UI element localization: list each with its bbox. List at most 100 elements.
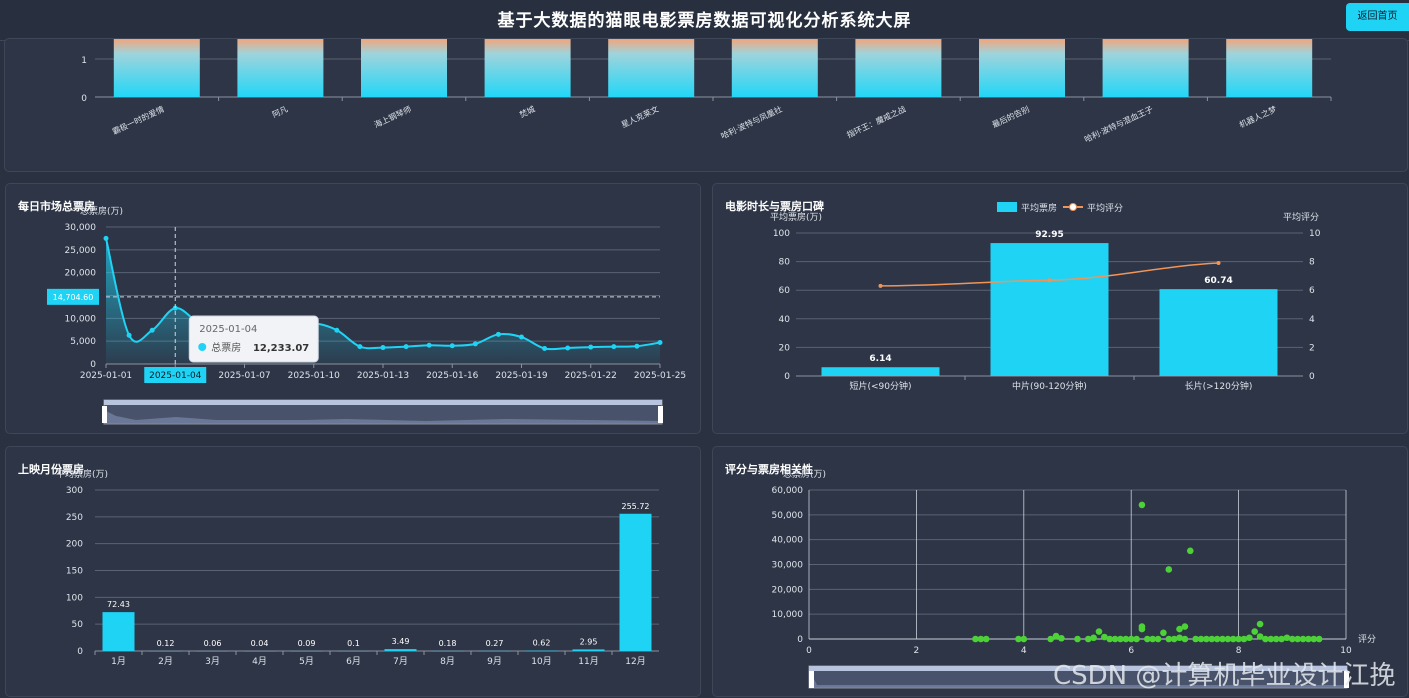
x-tick-label: 2025-01-10 [288,371,341,381]
x-tick-label: 最后的告别 [990,104,1030,130]
bar [1102,39,1189,97]
y2-axis-label: 平均评分 [1283,211,1319,223]
scatter-point [1315,635,1323,643]
x-tick-label: 6月 [346,656,361,667]
scatter-point [1246,634,1253,642]
data-point [426,342,432,348]
y-tick-label: 40,000 [772,536,804,546]
x-tick-label: 12月 [625,656,645,667]
x-tick-label: 2025-01-22 [565,371,617,381]
scatter-point [1251,628,1259,635]
bar-value-label: 0.1 [347,639,360,648]
scatter-point [1095,628,1103,635]
x-tick-label: 4 [1021,646,1027,656]
bar [1226,39,1313,97]
y-tick-label: 0 [77,647,83,657]
data-point [334,327,340,333]
bar [525,650,558,652]
x-tick-label: 9月 [487,656,502,667]
data-point [588,344,594,350]
top-bar: 基于大数据的猫眼电影票房数据可视化分析系统大屏 返回首页 [0,0,1409,41]
legend-swatch-bar [997,202,1017,212]
scatter-point [1186,547,1194,555]
y-tick-label: 60 [779,286,791,296]
y-tick-label: 250 [66,513,83,523]
x-tick-label: 2025-01-16 [426,371,479,381]
y-axis-label: 平均票房(万) [770,211,822,223]
x-tick-label: 霸极一时的爱情 [111,104,166,137]
data-point [103,235,109,241]
y-tick-label: 25,000 [65,246,97,256]
y-tick-label: 200 [66,540,83,550]
top-bar-chart-panel: 0 1 霸极一时的爱情 阿凡 海上钢琴师 焚城 星人克莱文 哈利·波特与凤凰社 指环王：魔戒之战… [4,38,1408,172]
x-tick-label: 2025-01-01 [80,371,132,381]
x-tick-label: 3月 [205,656,220,667]
bar [196,650,229,652]
data-point [657,340,663,346]
bar [290,650,323,652]
bar [431,650,464,652]
bar [979,39,1065,97]
data-point [542,345,548,351]
x-tick-label: 焚城 [518,105,536,120]
crosshair-y-label: 14,704.60 [53,293,94,302]
datazoom-handle-left [809,671,814,688]
legend-marker-line [1069,203,1077,211]
daily-boxoffice-chart[interactable]: 总票房(万)05,00010,00015,00020,00025,00030,0… [6,184,702,435]
data-point [495,331,501,337]
y-tick-label: 40 [779,315,791,325]
x-tick-label: 机器人之梦 [1238,104,1278,130]
bar [337,650,370,652]
watermark: CSDN @计算机毕业设计江挽 [1053,661,1396,691]
x-tick-label: 2025-01-13 [357,371,409,381]
x-tick-label: 哈利·波特与凤凰社 [719,104,784,141]
bar-value-label: 6.14 [869,354,891,364]
x-tick-label: 4月 [252,656,267,667]
x-tick-label: 指环王：魔戒之战 [845,104,907,140]
scatter-point [1020,635,1028,643]
bar-value-label: 0.62 [533,639,551,648]
y-tick-label: 0 [90,360,96,370]
bar [821,367,940,376]
top-bar-chart: 0 1 霸极一时的爱情 阿凡 海上钢琴师 焚城 星人克莱文 哈利·波特与凤凰社 指环王：魔戒之战… [81,39,1332,145]
tooltip-date: 2025-01-04 [199,324,257,335]
data-point [472,341,478,347]
data-point [519,334,524,340]
data-point [565,345,571,351]
data-point [357,344,363,350]
x-tick-label: 7月 [393,656,408,667]
back-home-button[interactable]: 返回首页 [1346,3,1409,31]
monthly-panel: 上映月份票房 平均票房(万) 0 50 100 150 200 250 300 72.43 1月 0… [5,446,701,697]
data-point [611,344,617,350]
scatter-point [1138,623,1146,630]
bar [990,243,1109,376]
y-axis-label: 总票房(万) [783,468,826,480]
duration-panel: 电影时长与票房口碑 平均票房(万) 平均评分 0 20 40 60 80 100 0 2 4 6 8 10… [712,183,1408,434]
y-axis-label: 总票房(万) [80,205,123,217]
y-tick-label: 60,000 [772,486,804,496]
y-tick-label: 50,000 [772,511,804,521]
monthly-chart: 平均票房(万) 0 50 100 150 200 250 300 72.43 1月 0.12 2月 0.… [56,468,659,667]
y-tick-label: 150 [66,567,83,577]
bar-value-label: 2.95 [580,637,598,646]
bar [608,39,695,97]
scatter-point [1138,501,1146,509]
data-point [126,332,132,338]
bar-value-label: 0.09 [298,639,316,648]
y-axis-label: 平均票房(万) [56,468,108,480]
bar-value-label: 0.18 [439,639,457,648]
bar-value-label: 0.12 [157,639,175,648]
rating-point [878,283,883,288]
scatter-point [1160,629,1167,637]
data-point [449,343,455,349]
x-tick-label: 哈利·波特与混血王子 [1083,104,1155,145]
bar [484,39,571,97]
tooltip-value: 12,233.07 [253,343,309,354]
data-point [380,345,386,351]
scatter-point [1074,635,1081,643]
y-tick-label: 300 [66,486,83,496]
duration-chart: 平均票房(万) 平均评分0204060801000246810平均票房 平均评分6.… [770,202,1321,392]
x-tick-label: 5月 [299,656,314,667]
bar-value-label: 92.95 [1035,230,1063,240]
x-tick-label: 2025-01-07 [218,371,270,381]
